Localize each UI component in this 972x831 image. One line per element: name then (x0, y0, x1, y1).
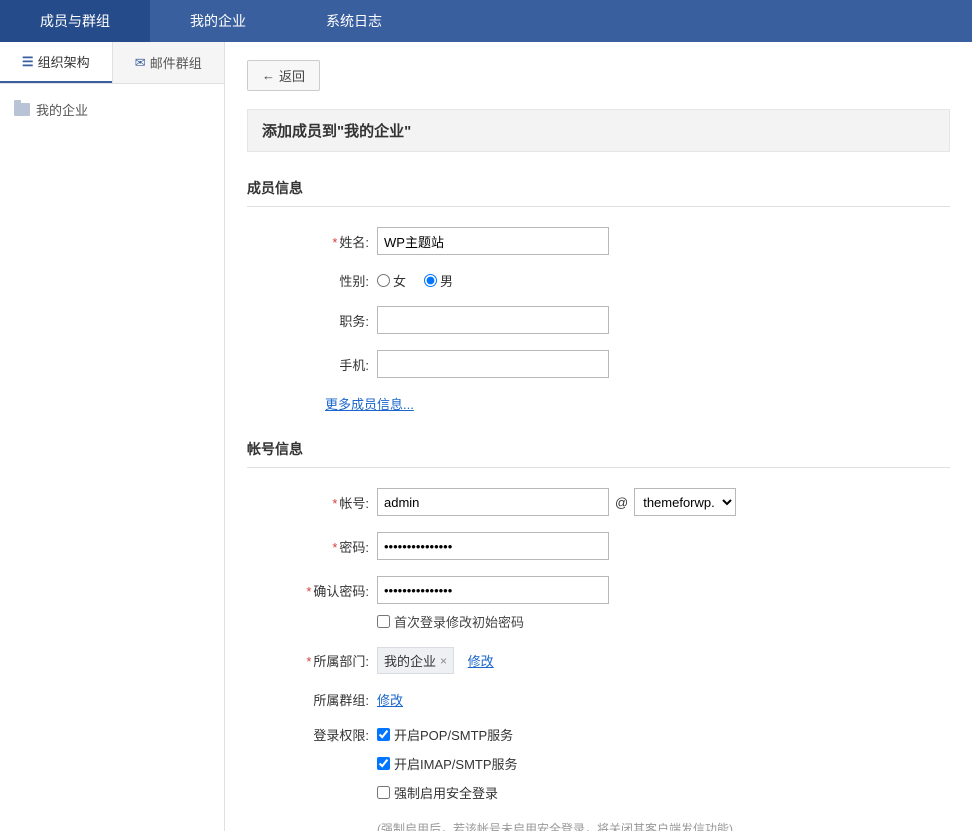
label-group: 所属群组: (247, 690, 377, 709)
radio-female[interactable]: 女 (377, 271, 406, 290)
label-gender: 性别: (247, 271, 377, 290)
section-account-title: 帐号信息 (247, 439, 950, 468)
name-input[interactable] (377, 227, 609, 255)
department-tag: 我的企业 × (377, 647, 454, 674)
perm-imap-smtp-checkbox[interactable] (377, 757, 390, 770)
nav-system-log[interactable]: 系统日志 (286, 0, 422, 42)
tab-mail-label: 邮件群组 (150, 53, 202, 72)
radio-male[interactable]: 男 (424, 271, 453, 290)
account-input[interactable] (377, 488, 609, 516)
arrow-left-icon: ← (262, 68, 275, 83)
folder-icon (14, 103, 30, 116)
sidebar: ☰ 组织架构 ✉ 邮件群组 我的企业 (0, 42, 225, 831)
tree-root-label: 我的企业 (36, 100, 88, 119)
first-login-change-label: 首次登录修改初始密码 (394, 612, 524, 631)
label-position: 职务: (247, 311, 377, 330)
permissions-hint: (强制启用后，若该帐号未启用安全登录，将关闭其客户端发信功能) (377, 820, 950, 831)
nav-members-groups[interactable]: 成员与群组 (0, 0, 150, 42)
label-permissions: 登录权限: (247, 725, 377, 744)
top-nav: 成员与群组 我的企业 系统日志 (0, 0, 972, 42)
tree-root-item[interactable]: 我的企业 (0, 94, 224, 125)
first-login-change-checkbox[interactable] (377, 615, 390, 628)
perm-secure-login-checkbox[interactable] (377, 786, 390, 799)
perm-imap-smtp-label: 开启IMAP/SMTP服务 (394, 754, 518, 773)
back-button[interactable]: ← 返回 (247, 60, 320, 91)
sidebar-tabs: ☰ 组织架构 ✉ 邮件群组 (0, 42, 224, 84)
perm-secure-login-label: 强制启用安全登录 (394, 783, 498, 802)
phone-input[interactable] (377, 350, 609, 378)
page-title: 添加成员到"我的企业" (247, 109, 950, 152)
password-input[interactable] (377, 532, 609, 560)
domain-select[interactable]: themeforwp. (634, 488, 736, 516)
modify-group-link[interactable]: 修改 (377, 693, 403, 708)
sidebar-tree: 我的企业 (0, 84, 224, 135)
perm-pop-smtp-checkbox[interactable] (377, 728, 390, 741)
at-symbol: @ (615, 495, 628, 510)
tab-org-structure[interactable]: ☰ 组织架构 (0, 42, 112, 83)
radio-male-input[interactable] (424, 274, 437, 287)
section-member-info: 成员信息 *姓名: 性别: 女 男 (247, 178, 950, 413)
list-icon: ☰ (22, 54, 34, 70)
section-member-title: 成员信息 (247, 178, 950, 207)
back-button-label: 返回 (279, 66, 305, 85)
perm-pop-smtp-label: 开启POP/SMTP服务 (394, 725, 513, 744)
label-account: *帐号: (247, 493, 377, 512)
modify-department-link[interactable]: 修改 (468, 654, 494, 669)
nav-my-company[interactable]: 我的企业 (150, 0, 286, 42)
position-input[interactable] (377, 306, 609, 334)
label-confirm-password: *确认密码: (247, 576, 377, 600)
label-department: *所属部门: (247, 651, 377, 670)
section-account-info: 帐号信息 *帐号: @ themeforwp. *密码: (247, 439, 950, 831)
confirm-password-input[interactable] (377, 576, 609, 604)
remove-dept-icon[interactable]: × (440, 654, 447, 668)
label-password: *密码: (247, 537, 377, 556)
more-member-info-link[interactable]: 更多成员信息... (325, 397, 414, 412)
tab-org-label: 组织架构 (38, 52, 90, 71)
radio-female-input[interactable] (377, 274, 390, 287)
tab-mail-groups[interactable]: ✉ 邮件群组 (112, 42, 225, 83)
content-area: ← 返回 添加成员到"我的企业" 成员信息 *姓名: 性别: 女 (225, 42, 972, 831)
label-phone: 手机: (247, 355, 377, 374)
mail-icon: ✉ (135, 55, 146, 71)
label-name: *姓名: (247, 232, 377, 251)
